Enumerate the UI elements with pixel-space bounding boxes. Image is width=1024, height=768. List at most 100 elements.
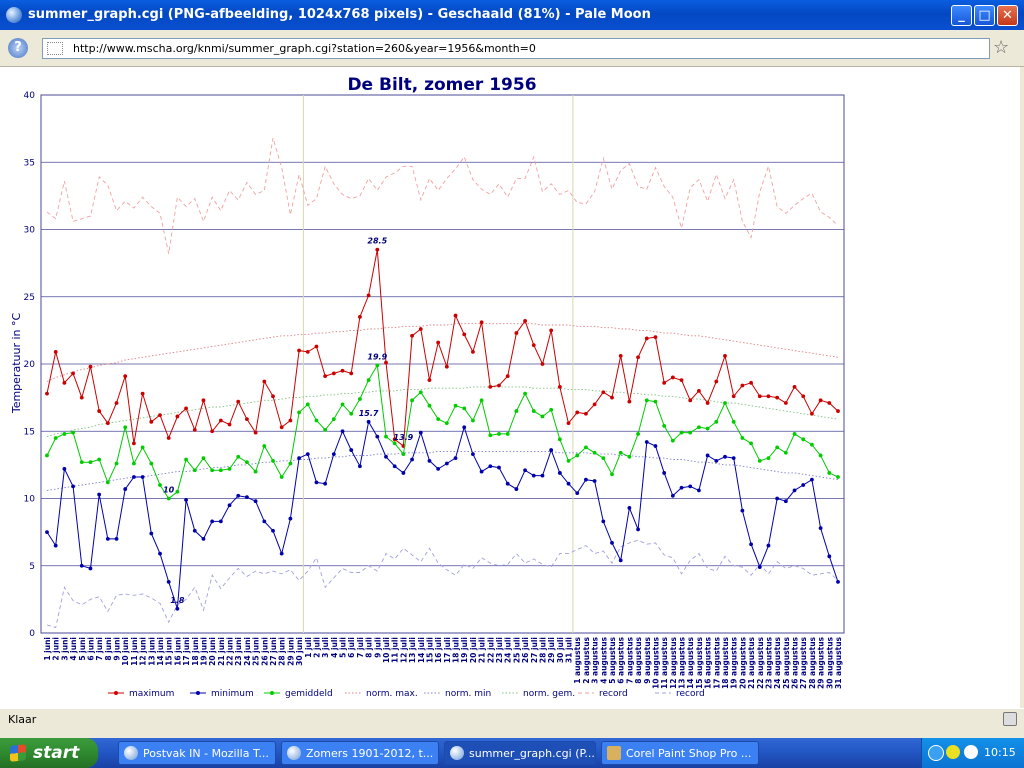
- pale-moon-icon[interactable]: [6, 7, 22, 23]
- data-point-minimum: [497, 465, 501, 470]
- x-tick-label: 10 augustus: [651, 636, 660, 689]
- data-point-gemiddeld: [384, 434, 388, 439]
- taskbar-item-zomers[interactable]: Zomers 1901-2012, t...: [281, 741, 439, 765]
- data-point-gemiddeld: [479, 398, 484, 403]
- windows-flag-icon: [10, 744, 26, 762]
- data-point-maximum: [97, 409, 102, 413]
- minimize-button[interactable]: _: [951, 5, 972, 26]
- data-point-maximum: [236, 399, 241, 404]
- x-tick-label: 31 augustus: [834, 636, 843, 689]
- data-point-minimum: [418, 430, 423, 435]
- data-point-minimum: [636, 527, 640, 532]
- data-point-minimum: [349, 448, 354, 452]
- clock: 10:15: [984, 746, 1016, 759]
- data-point-gemiddeld: [88, 460, 93, 465]
- address-bar[interactable]: http://www.mscha.org/knmi/summer_graph.c…: [42, 38, 990, 59]
- x-tick-label: 1 juni: [43, 637, 52, 661]
- x-tick-label: 26 juli: [521, 637, 530, 663]
- x-tick-label: 3 juli: [321, 637, 330, 658]
- taskbar-item-thunderbird[interactable]: Postvak IN - Mozilla T...: [118, 741, 276, 765]
- task-label: Zomers 1901-2012, t...: [306, 747, 434, 760]
- data-point-gemiddeld: [653, 399, 658, 404]
- data-point-maximum: [436, 340, 441, 345]
- data-point-minimum: [618, 558, 623, 563]
- data-point-minimum: [783, 499, 788, 504]
- data-point-maximum: [462, 332, 467, 337]
- data-point-maximum: [88, 364, 93, 369]
- data-point-maximum: [166, 436, 171, 440]
- y-tick-label: 15: [24, 427, 35, 437]
- data-point-minimum: [601, 519, 606, 524]
- data-point-maximum: [584, 411, 588, 416]
- data-point-gemiddeld: [201, 456, 206, 461]
- data-point-maximum: [331, 371, 336, 376]
- url-text: http://www.mscha.org/knmi/summer_graph.c…: [73, 42, 536, 55]
- data-point-minimum: [688, 484, 693, 489]
- data-point-gemiddeld: [792, 432, 797, 436]
- maximize-button[interactable]: □: [974, 5, 995, 26]
- data-point-gemiddeld: [114, 461, 119, 466]
- x-tick-label: 22 juni: [226, 637, 235, 666]
- data-point-minimum: [592, 479, 597, 483]
- data-point-maximum: [757, 394, 762, 399]
- legend-label: gemiddeld: [285, 689, 333, 699]
- data-point-gemiddeld: [818, 453, 823, 458]
- close-button[interactable]: ✕: [997, 5, 1018, 26]
- paint-shop-icon: [607, 746, 621, 760]
- data-point-gemiddeld: [697, 425, 701, 430]
- data-point-maximum: [366, 293, 371, 298]
- data-point-minimum: [444, 461, 449, 466]
- bookmark-star-icon[interactable]: ☆: [993, 37, 1009, 59]
- x-tick-label: 30 juni: [295, 637, 304, 666]
- data-label: 10: [163, 486, 175, 495]
- data-point-gemiddeld: [705, 426, 710, 431]
- data-point-minimum: [305, 452, 310, 457]
- security-icon[interactable]: [1003, 712, 1017, 726]
- legend-label: record: [676, 689, 705, 699]
- series-line-maximum: [46, 249, 839, 447]
- data-point-minimum: [757, 565, 762, 569]
- start-button[interactable]: start: [0, 738, 98, 768]
- data-point-maximum: [740, 383, 745, 388]
- maximize-icon: □: [978, 8, 991, 23]
- data-point-gemiddeld: [305, 402, 310, 407]
- x-tick-label: 30 augustus: [825, 636, 834, 689]
- data-point-maximum: [271, 394, 275, 399]
- data-point-maximum: [731, 394, 736, 399]
- data-point-gemiddeld: [436, 417, 441, 422]
- data-point-gemiddeld: [218, 468, 223, 473]
- taskbar-item-summer-graph[interactable]: summer_graph.cgi (P...: [444, 741, 596, 765]
- x-tick-label: 7 juli: [356, 637, 365, 658]
- series-line-record: [46, 539, 839, 629]
- data-point-maximum: [662, 380, 667, 385]
- x-tick-label: 1 augustus: [573, 636, 582, 683]
- data-point-maximum: [540, 362, 545, 366]
- taskbar-item-paint-shop[interactable]: Corel Paint Shop Pro ...: [601, 741, 759, 765]
- info-icon[interactable]: [946, 745, 960, 759]
- x-tick-label: 9 juli: [373, 637, 382, 658]
- data-point-maximum: [549, 328, 554, 333]
- antivirus-icon[interactable]: [964, 745, 978, 759]
- x-tick-label: 19 juli: [460, 637, 469, 663]
- y-tick-label: 40: [24, 91, 36, 101]
- series-line-record: [46, 137, 839, 254]
- y-tick-label: 5: [29, 562, 35, 572]
- data-point-gemiddeld: [253, 469, 258, 474]
- data-point-gemiddeld: [627, 454, 632, 459]
- legend-marker: [114, 691, 118, 695]
- data-point-minimum: [262, 519, 267, 524]
- data-point-minimum: [810, 477, 814, 482]
- x-tick-label: 22 augustus: [756, 636, 765, 689]
- site-identity-icon[interactable]: [47, 42, 63, 55]
- data-point-minimum: [166, 579, 171, 584]
- browser-icon: [450, 746, 464, 760]
- y-tick-label: 25: [24, 293, 35, 303]
- x-tick-label: 4 augustus: [599, 636, 608, 683]
- x-tick-label: 27 juni: [269, 637, 278, 666]
- data-point-gemiddeld: [227, 467, 232, 471]
- tray-arrow-icon[interactable]: [928, 745, 944, 761]
- x-tick-label: 21 juni: [217, 637, 226, 666]
- data-point-minimum: [540, 473, 545, 478]
- data-point-minimum: [723, 454, 727, 459]
- help-icon[interactable]: ?: [8, 38, 28, 58]
